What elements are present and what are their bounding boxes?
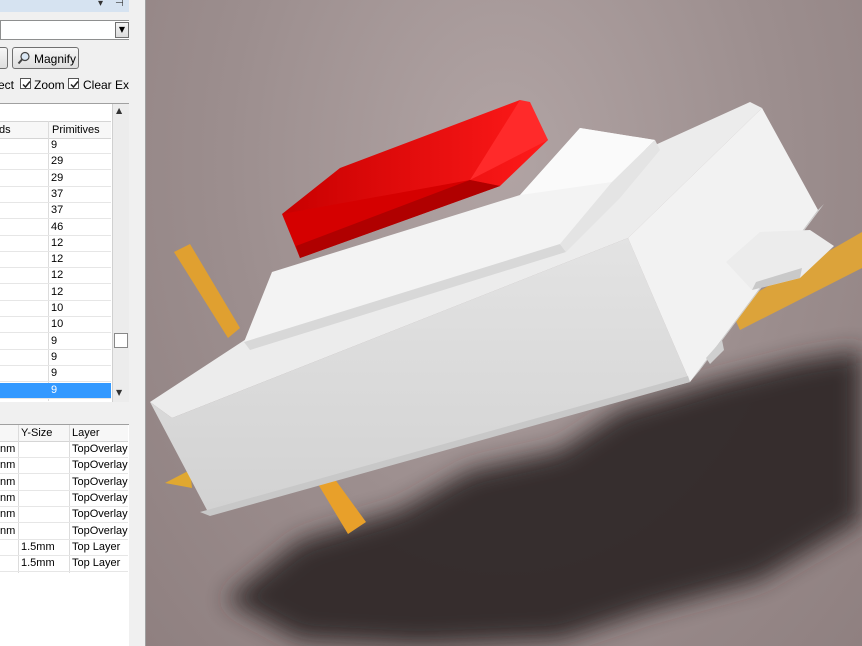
panel-header: ▾ ⊣ ✕ — [0, 0, 146, 12]
clear-existing-checkbox[interactable] — [68, 78, 79, 89]
table-row[interactable]: 9 — [0, 350, 111, 366]
primitives-cell: 37 — [51, 187, 64, 200]
grid-header: Y-Size Layer — [0, 425, 128, 442]
zoom-checkbox[interactable] — [20, 78, 31, 89]
x-size-cell: nm — [0, 475, 16, 488]
chevron-down-icon[interactable]: ▾ — [98, 0, 103, 9]
column-header-pads[interactable]: ds — [0, 124, 11, 136]
primitives-cell: 9 — [51, 334, 58, 347]
object-type-combo[interactable]: ▼ — [0, 20, 131, 40]
objects-grid: Y-Size Layer nm TopOverlay nm TopOverlay nm T… — [0, 424, 129, 646]
combo-dropdown-button[interactable]: ▼ — [115, 22, 129, 38]
primitives-cell: 9 — [51, 367, 58, 380]
x-size-cell: nm — [0, 491, 16, 504]
layer-cell: Top Layer — [72, 540, 121, 553]
y-size-cell: 1.5mm — [21, 557, 55, 570]
primitives-cell: 12 — [51, 269, 64, 282]
layer-cell: TopOverlay — [72, 524, 128, 537]
x-size-cell: nm — [0, 524, 16, 537]
magnify-label: Magnify — [34, 52, 77, 66]
column-header-ysize[interactable]: Y-Size — [21, 427, 52, 439]
primitives-cell: 12 — [51, 285, 64, 298]
3d-viewport[interactable] — [146, 0, 862, 646]
primitives-cell: 10 — [51, 302, 64, 314]
table-row[interactable]: nm TopOverlay — [0, 491, 128, 507]
scroll-up-icon[interactable]: ▲ — [116, 106, 122, 115]
y-size-cell: 1.5mm — [21, 540, 55, 553]
layer-cell: TopOverlay — [72, 508, 128, 521]
column-header-primitives[interactable]: Primitives — [52, 124, 100, 136]
table-row[interactable]: 9 — [0, 138, 111, 154]
pin-left — [174, 244, 240, 338]
table-row[interactable]: 37 — [0, 187, 111, 203]
table-row[interactable]: 9 — [0, 382, 111, 399]
x-size-cell: nm — [0, 443, 16, 455]
table-row[interactable]: nm TopOverlay — [0, 507, 128, 524]
table-row[interactable]: 37 — [0, 203, 111, 220]
table-row[interactable]: 12 — [0, 268, 111, 285]
table-row[interactable]: nm TopOverlay — [0, 442, 128, 458]
primitives-grid: ds Primitives 9 29 29 37 37 46 12 12 12 12 10 10 9 9 9… — [0, 103, 129, 402]
table-row[interactable]: nm TopOverlay — [0, 475, 128, 491]
table-row[interactable]: 9 — [0, 366, 111, 383]
primitives-cell: 46 — [51, 220, 64, 233]
layer-cell: TopOverlay — [72, 443, 128, 455]
primitives-cell: 9 — [51, 383, 58, 396]
table-row[interactable]: 29 — [0, 154, 111, 171]
layer-cell: Top Layer — [72, 557, 121, 570]
x-size-cell: nm — [0, 459, 16, 472]
table-row[interactable]: 29 — [0, 171, 111, 187]
pcb-panel: ▾ ⊣ ✕ ▼ Magnify ect Zoom Clear Existin d… — [0, 0, 146, 646]
select-option-label[interactable]: ect — [0, 78, 14, 92]
x-size-cell: nm — [0, 508, 16, 521]
column-header-layer[interactable]: Layer — [72, 427, 100, 439]
layer-cell: TopOverlay — [72, 491, 128, 504]
primitives-cell: 29 — [51, 155, 64, 168]
pin-bottom — [318, 478, 366, 534]
layer-cell: TopOverlay — [72, 475, 128, 488]
primitives-cell: 12 — [51, 253, 64, 266]
grid-header: ds Primitives — [0, 121, 111, 139]
table-row[interactable]: 10 — [0, 301, 111, 317]
magnify-button[interactable]: Magnify — [12, 47, 79, 69]
table-row[interactable]: 1.5mm Top Layer — [0, 540, 128, 556]
grid-scrollbar[interactable]: ▲ ▼ — [112, 104, 129, 402]
3d-component-model — [150, 100, 862, 646]
table-row[interactable]: nm TopOverlay — [0, 458, 128, 475]
table-row[interactable]: 10 — [0, 317, 111, 334]
primitives-cell: 12 — [51, 236, 64, 249]
primitives-cell: 37 — [51, 204, 64, 217]
pin-icon[interactable]: ⊣ — [115, 0, 124, 9]
primitives-cell: 9 — [51, 139, 58, 151]
zoom-label[interactable]: Zoom — [34, 78, 65, 92]
apply-button[interactable] — [0, 47, 8, 69]
layer-cell: TopOverlay — [72, 459, 128, 472]
table-row[interactable]: 12 — [0, 236, 111, 252]
primitives-cell: 9 — [51, 350, 58, 363]
scroll-thumb[interactable] — [114, 333, 128, 348]
primitives-cell: 29 — [51, 171, 64, 184]
scroll-down-icon[interactable]: ▼ — [116, 388, 122, 397]
table-row[interactable]: 12 — [0, 252, 111, 269]
table-row[interactable]: nm TopOverlay — [0, 524, 128, 540]
table-row[interactable]: 12 — [0, 285, 111, 301]
primitives-cell: 10 — [51, 318, 64, 331]
magnify-icon — [17, 51, 30, 65]
table-row[interactable]: 1.5mm Top Layer — [0, 556, 128, 573]
table-row[interactable]: 9 — [0, 334, 111, 350]
table-row[interactable]: 46 — [0, 220, 111, 236]
